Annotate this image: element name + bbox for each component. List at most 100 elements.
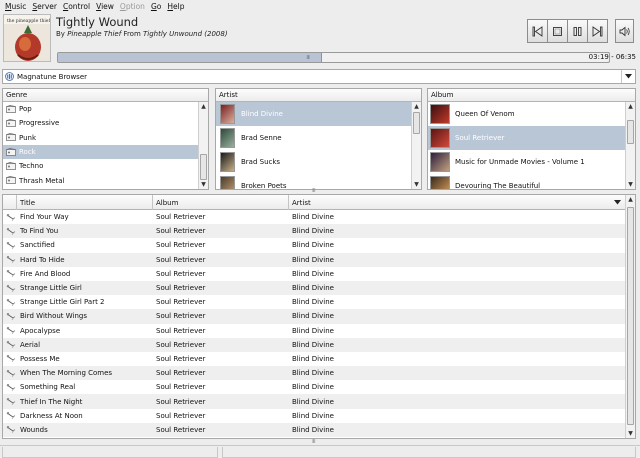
song-album: Soul Retriever	[156, 383, 206, 392]
playlist-row[interactable]: When The Morning Comes Soul Retriever Blin…	[3, 366, 625, 381]
playlist-row[interactable]: Sanctified Soul Retriever Blind Divine	[3, 238, 625, 252]
playlist-row[interactable]: Thief In The Night Soul Retriever Blind Di…	[3, 394, 625, 409]
album-cover-thumb	[430, 104, 450, 124]
playlist-row[interactable]: Bird Without Wings Soul Retriever Blind Di…	[3, 309, 625, 324]
album-scrollbar[interactable]: ▲ ▼	[625, 102, 635, 189]
scroll-up-icon[interactable]: ▲	[626, 195, 635, 204]
song-title: Apocalypse	[20, 326, 61, 335]
genre-item[interactable]: Progressive	[3, 116, 198, 130]
scroll-down-icon[interactable]: ▼	[199, 180, 208, 189]
stop-button[interactable]	[547, 19, 568, 43]
playback-controls	[527, 19, 608, 43]
menu-go[interactable]: Go	[150, 2, 166, 11]
skip-previous-icon	[532, 25, 543, 37]
playlist-row[interactable]: Aerial Soul Retriever Blind Divine	[3, 337, 625, 352]
artist-item[interactable]: Broken Poets	[216, 174, 411, 189]
artist-label: Brad Sucks	[241, 158, 281, 166]
artist-item[interactable]: Blind Divine	[216, 102, 411, 126]
menu-help[interactable]: Help	[166, 2, 189, 11]
song-album: Soul Retriever	[156, 241, 206, 250]
artist-item[interactable]: Brad Sucks	[216, 150, 411, 174]
artist-image	[220, 128, 235, 148]
playlist-icon-column-header[interactable]	[3, 195, 17, 210]
playlist-row[interactable]: Strange Little Girl Soul Retriever Blind D…	[3, 280, 625, 296]
genre-item[interactable]: Pop	[3, 102, 198, 116]
genre-icon	[6, 119, 16, 127]
next-button[interactable]	[587, 19, 608, 43]
genre-item[interactable]: Punk	[3, 131, 198, 145]
song-artist: Blind Divine	[292, 326, 334, 335]
song-artist: Blind Divine	[292, 369, 334, 378]
artist-scrollbar[interactable]: ▲ ▼	[411, 102, 421, 189]
pause-button[interactable]	[567, 19, 588, 43]
artist-column-header[interactable]: Artist	[289, 195, 625, 210]
scroll-thumb[interactable]	[627, 207, 634, 425]
menu-music[interactable]: Music	[4, 2, 31, 11]
song-album: Soul Retriever	[156, 213, 206, 222]
song-artist: Blind Divine	[292, 411, 334, 420]
playlist-resize-handle[interactable]: ⦀⦀	[312, 440, 326, 445]
source-selector[interactable]: Magnatune Browser	[2, 69, 636, 84]
song-icon	[6, 409, 16, 423]
song-title: To Find You	[20, 227, 59, 236]
song-icon	[6, 210, 16, 224]
genre-label: Thrash Metal	[19, 176, 65, 185]
genre-item[interactable]: Thrash Metal	[3, 173, 198, 187]
playlist-row[interactable]: Possess Me Soul Retriever Blind Divine	[3, 352, 625, 366]
artist-label: Blind Divine	[241, 110, 283, 118]
playlist-row[interactable]: Apocalypse Soul Retriever Blind Divine	[3, 324, 625, 338]
scroll-thumb[interactable]	[200, 154, 207, 180]
song-icon	[6, 253, 16, 267]
volume-button[interactable]	[615, 19, 634, 43]
album-item[interactable]: Queen Of Venom	[428, 102, 625, 126]
scroll-up-icon[interactable]: ▲	[412, 102, 421, 111]
playlist-row[interactable]: Find Your Way Soul Retriever Blind Divine	[3, 210, 625, 224]
album-item[interactable]: Devouring The Beautiful	[428, 174, 625, 189]
song-album: Soul Retriever	[156, 411, 206, 420]
playlist-row[interactable]: Darkness At Noon Soul Retriever Blind Divi…	[3, 409, 625, 423]
artist-column-header[interactable]: Artist	[216, 89, 421, 102]
pane-splitter-handle[interactable]: ⦀⦀	[312, 189, 326, 194]
scroll-thumb[interactable]	[413, 112, 420, 134]
playlist-row[interactable]: Something Real Soul Retriever Blind Divine	[3, 380, 625, 394]
artist-label: Broken Poets	[241, 182, 287, 189]
album-column-header[interactable]: Album	[153, 195, 289, 210]
genre-column-header[interactable]: Genre	[3, 89, 208, 102]
menu-control[interactable]: Control	[62, 2, 95, 11]
scroll-up-icon[interactable]: ▲	[626, 102, 635, 111]
scroll-down-icon[interactable]: ▼	[412, 180, 421, 189]
volume-icon	[619, 26, 630, 36]
scroll-down-icon[interactable]: ▼	[626, 429, 635, 438]
seek-handle[interactable]: ⦀⦀	[306, 55, 320, 61]
playlist-row[interactable]: Fire And Blood Soul Retriever Blind Divine	[3, 267, 625, 281]
playlist-row[interactable]: Strange Little Girl Part 2 Soul Retriever…	[3, 295, 625, 309]
playlist-row[interactable]: Hard To Hide Soul Retriever Blind Divine	[3, 252, 625, 267]
song-artist: Blind Divine	[292, 397, 334, 406]
scroll-up-icon[interactable]: ▲	[199, 102, 208, 111]
playlist-scrollbar[interactable]: ▲ ▼	[625, 195, 635, 438]
scroll-down-icon[interactable]: ▼	[626, 180, 635, 189]
title-column-header[interactable]: Title	[17, 195, 153, 210]
song-title: Find Your Way	[20, 213, 69, 222]
album-column-header[interactable]: Album	[428, 89, 635, 102]
seek-bar[interactable]: ⦀⦀	[57, 52, 610, 63]
album-item[interactable]: Music for Unmade Movies - Volume 1	[428, 150, 625, 174]
genre-scrollbar[interactable]: ▲ ▼	[198, 102, 208, 189]
artist-item[interactable]: Brad Senne	[216, 126, 411, 150]
album-cover: the pineapple thief	[3, 14, 51, 62]
album-item[interactable]: Soul Retriever	[428, 126, 625, 150]
menu-view[interactable]: View	[95, 2, 119, 11]
dropdown-arrow-icon[interactable]	[621, 70, 635, 83]
genre-icon	[6, 147, 16, 156]
genre-item[interactable]: Techno	[3, 159, 198, 173]
song-icon	[6, 338, 16, 352]
genre-item[interactable]: Rock	[3, 144, 198, 160]
playlist-row[interactable]: Wounds Soul Retriever Blind Divine	[3, 422, 625, 437]
menu-server[interactable]: Server	[31, 2, 62, 11]
previous-button[interactable]	[527, 19, 548, 43]
playlist-row[interactable]: To Find You Soul Retriever Blind Divine	[3, 224, 625, 239]
genre-pane: Genre Pop Progressive Punk Rock Techno Thrash…	[2, 88, 209, 190]
playlist-header: Title Album Artist	[3, 195, 625, 210]
scroll-thumb[interactable]	[627, 120, 634, 144]
playlist: Title Album Artist Find Your Way Soul Ret…	[2, 194, 636, 439]
